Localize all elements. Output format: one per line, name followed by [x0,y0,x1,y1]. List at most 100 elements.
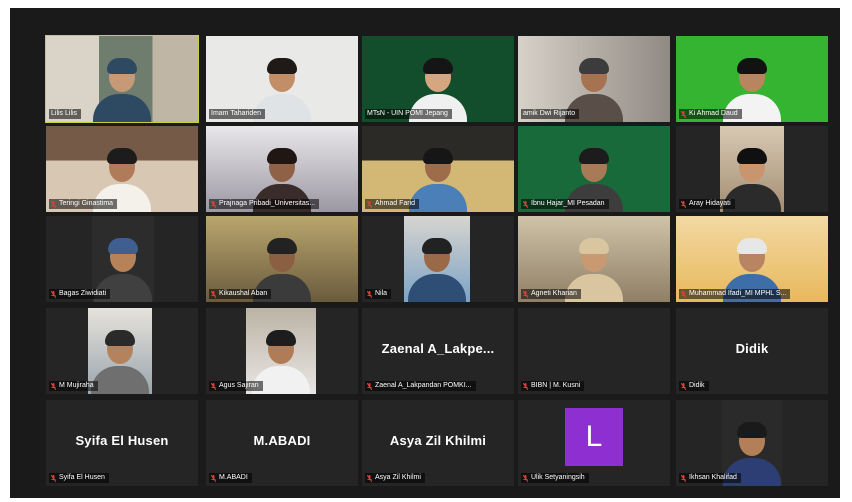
participant-nameplate: Lilis Lilis [49,109,82,119]
muted-mic-icon [522,290,529,298]
participant-nameplate: Didik [679,381,709,391]
participant-display-name: Didik [735,341,769,356]
participant-tile-m-mujiraha[interactable]: M Mujiraha [46,308,198,394]
participant-tile-kikaushal-aban[interactable]: Kikaushal Aban [206,216,358,302]
participant-name-label: Muhammad Ifadi_MI MPHL S... [689,290,787,297]
participant-tile-asya-zil-khilmi[interactable]: Asya Zil Khilmi Asya Zil Khilmi [362,400,514,486]
participant-nameplate: Ulik Setyaningsih [521,473,589,483]
participant-name-label: Ibnu Hajar_MI Pesadan [531,200,605,207]
participant-display-name: Syifa El Husen [75,433,169,448]
participant-name-label: Nila [375,290,388,297]
participant-tile-imam-tahariden[interactable]: Imam Tahariden [206,36,358,122]
muted-mic-icon [680,110,687,118]
participant-nameplate: Syifa El Husen [49,473,109,483]
participant-tile-amik-dwi-rijanto[interactable]: amik Dwi Rijanto [518,36,670,122]
participant-nameplate: Aray Hidayati [679,199,735,209]
participant-nameplate: Agneti Kharian [521,289,581,299]
participant-nameplate: Asya Zil Khilmi [365,473,425,483]
participant-tile-bagas-ziwidiati[interactable]: Bagas Ziwidiati [46,216,198,302]
participant-name-label: Lilis Lilis [51,110,78,117]
participant-name-label: Teringi Ginastima [59,200,114,207]
participant-name-label: Aray Hidayati [689,200,731,207]
participant-name-label: Didik [689,382,705,389]
muted-mic-icon [50,382,57,390]
muted-mic-icon [210,290,217,298]
participant-nameplate: Agus Sajiran [209,381,263,391]
participant-video [404,216,470,302]
participant-tile-nila[interactable]: Nila [362,216,514,302]
participant-name-label: Ahmad Farid [375,200,416,207]
muted-mic-icon [210,474,217,482]
participant-figure [408,236,466,302]
participant-nameplate: amik Dwi Rijanto [521,109,580,119]
participant-tile-aray-hidayati[interactable]: Aray Hidayati [676,126,828,212]
participant-display-name: Zaenal A_Lakpe... [381,341,495,356]
muted-mic-icon [210,382,217,390]
participant-tile-teringi-ginastima[interactable]: Teringi Ginastima [46,126,198,212]
participant-nameplate: MTsN - UIN POMI Jepang [365,109,452,119]
participant-figure [93,56,151,122]
muted-mic-icon [522,200,529,208]
muted-mic-icon [50,290,57,298]
participant-tile-syifa-el-husen[interactable]: Syifa El Husen Syifa El Husen [46,400,198,486]
participant-tile-mtsn-uin-pomi-jepang[interactable]: MTsN - UIN POMI Jepang [362,36,514,122]
muted-mic-icon [50,474,57,482]
participant-initial-avatar: L [565,408,623,466]
muted-mic-icon [210,200,217,208]
muted-mic-icon [680,474,687,482]
muted-mic-icon [366,290,373,298]
muted-mic-icon [522,474,529,482]
participant-nameplate: Ikhsan Khalifad [679,473,741,483]
participant-tile-agneti-kharian[interactable]: Agneti Kharian [518,216,670,302]
participant-name-label: Prajnaga Pribadi_Universitas... [219,200,316,207]
participant-name-label: M Mujiraha [59,382,94,389]
muted-mic-icon [366,200,373,208]
participant-tile-didik[interactable]: Didik Didik [676,308,828,394]
participant-nameplate: Imam Tahariden [209,109,266,119]
participant-nameplate: Ahmad Farid [365,199,420,209]
participant-nameplate: Zaenal A_Lakpandan POMKI... [365,381,476,391]
participant-name-label: BIBN | M. Kusni [531,382,581,389]
participant-nameplate: M Mujiraha [49,381,98,391]
participant-name-label: Bagas Ziwidiati [59,290,107,297]
muted-mic-icon [680,382,687,390]
participant-name-label: Agneti Kharian [531,290,577,297]
participant-nameplate: Ibnu Hajar_MI Pesadan [521,199,609,209]
participant-tile-ibnu-hajar-mi-pesadan[interactable]: Ibnu Hajar_MI Pesadan [518,126,670,212]
participant-nameplate: Ki Ahmad Daud [679,109,742,119]
participant-name-label: Ulik Setyaningsih [531,474,585,481]
muted-mic-icon [366,474,373,482]
participant-nameplate: Teringi Ginastima [49,199,118,209]
muted-mic-icon [366,382,373,390]
participant-nameplate: BIBN | M. Kusni [521,381,585,391]
participant-name-label: Agus Sajiran [219,382,259,389]
video-gallery-grid: Lilis Lilis Imam Tahariden MTsN - UIN POMI… [10,8,840,498]
participant-nameplate: Muhammad Ifadi_MI MPHL S... [679,289,791,299]
participant-name-label: Syifa El Husen [59,474,105,481]
participant-tile-agus-sajiran[interactable]: Agus Sajiran [206,308,358,394]
participant-tile-ki-ahmad-daud[interactable]: Ki Ahmad Daud [676,36,828,122]
participant-nameplate: Kikaushal Aban [209,289,272,299]
participant-tile-ikhsan-khalifad[interactable]: Ikhsan Khalifad [676,400,828,486]
participant-tile-ulik-setyaningsih[interactable]: L Ulik Setyaningsih [518,400,670,486]
participant-tile-zaenal-a-lakpandan-pomki[interactable]: Zaenal A_Lakpe... Zaenal A_Lakpandan POMK… [362,308,514,394]
participant-tile-m-abadi[interactable]: M.ABADI M.ABADI [206,400,358,486]
participant-tile-ahmad-farid[interactable]: Ahmad Farid [362,126,514,212]
participant-name-label: Ikhsan Khalifad [689,474,737,481]
participant-nameplate: M.ABADI [209,473,252,483]
participant-name-label: Kikaushal Aban [219,290,268,297]
muted-mic-icon [522,382,529,390]
participant-tile-bibn-m-kusni[interactable]: BIBN | M. Kusni [518,308,670,394]
participant-display-name: Asya Zil Khilmi [389,433,487,448]
participant-tile-muhammad-ifadi-mi-mphl-s[interactable]: Muhammad Ifadi_MI MPHL S... [676,216,828,302]
participant-nameplate: Prajnaga Pribadi_Universitas... [209,199,320,209]
participant-tile-lilis-lilis[interactable]: Lilis Lilis [45,35,199,123]
participant-name-label: Imam Tahariden [211,110,262,117]
participant-tile-prajnaga-pribadi-universitas[interactable]: Prajnaga Pribadi_Universitas... [206,126,358,212]
participant-nameplate: Nila [365,289,392,299]
participant-name-label: Zaenal A_Lakpandan POMKI... [375,382,472,389]
participant-name-label: Asya Zil Khilmi [375,474,421,481]
participant-figure [91,328,149,394]
participant-name-label: Ki Ahmad Daud [689,110,738,117]
muted-mic-icon [680,290,687,298]
